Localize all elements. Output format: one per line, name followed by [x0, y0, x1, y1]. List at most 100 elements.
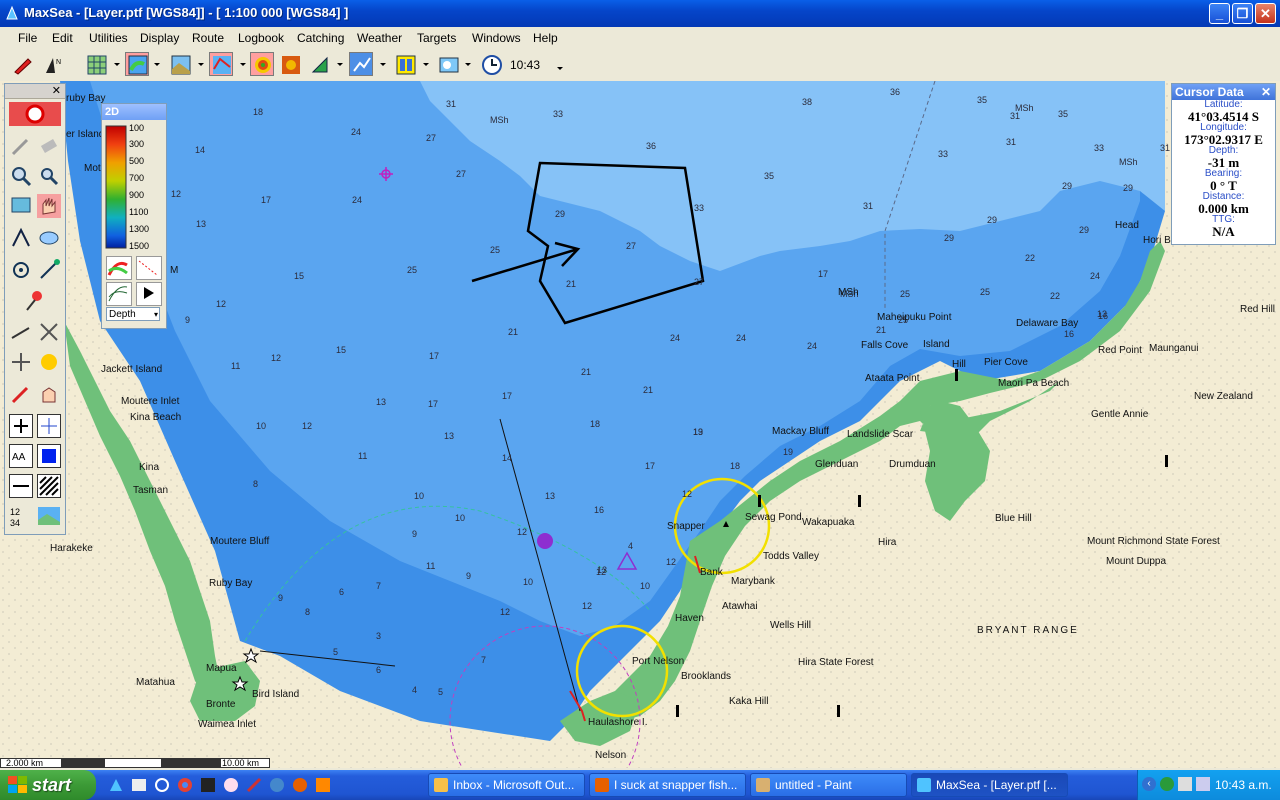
cut-tool-icon[interactable]: [37, 320, 61, 344]
lifebuoy-icon[interactable]: [9, 102, 61, 126]
start-button[interactable]: start: [0, 770, 96, 800]
menu-utilities[interactable]: Utilities: [89, 31, 128, 45]
tool-palette: ✕ AA 12 34: [4, 83, 66, 535]
weather-image-icon[interactable]: [436, 52, 460, 76]
menu-weather[interactable]: Weather: [357, 31, 402, 45]
menu-help[interactable]: Help: [533, 31, 558, 45]
photo-layer-icon[interactable]: [168, 52, 192, 76]
task-firefox[interactable]: I suck at snapper fish...: [589, 773, 746, 797]
quicklaunch-firefox-icon[interactable]: [292, 777, 308, 793]
depth-sounding: 24: [807, 341, 818, 351]
line-style-tool-icon[interactable]: [9, 474, 33, 498]
text-size-tool-icon[interactable]: AA: [9, 444, 33, 468]
quicklaunch-chrome-icon[interactable]: [177, 777, 193, 793]
scissors-tool-icon[interactable]: [9, 350, 33, 374]
line-tool-icon[interactable]: [37, 258, 61, 282]
legend-mode-select[interactable]: Depth ▾: [106, 307, 160, 321]
quicklaunch-tools-icon[interactable]: [246, 777, 262, 793]
tray-expand-icon[interactable]: ‹: [1142, 777, 1156, 791]
north-arrow-icon[interactable]: N: [40, 52, 64, 76]
clock-icon[interactable]: [479, 52, 503, 76]
numbers-tool-icon[interactable]: 12 34: [9, 504, 33, 528]
legend-title[interactable]: 2D: [102, 104, 166, 120]
target-tool-icon[interactable]: [37, 226, 61, 250]
chart-layer-icon[interactable]: [125, 52, 149, 76]
grab-tool-icon[interactable]: [37, 382, 61, 406]
chart-thumbnail-icon[interactable]: [37, 504, 61, 528]
menu-file[interactable]: File: [18, 31, 37, 45]
menu-edit[interactable]: Edit: [52, 31, 73, 45]
track-icon[interactable]: [349, 52, 373, 76]
play-icon[interactable]: [136, 282, 162, 306]
crosshair-tool-icon[interactable]: [9, 414, 33, 438]
quicklaunch-outlook-icon[interactable]: [131, 777, 147, 793]
pan-hand-icon[interactable]: [37, 194, 61, 218]
pencil-eraser-icon[interactable]: [10, 52, 34, 76]
chevron-down-icon[interactable]: ▾: [154, 308, 158, 322]
quicklaunch-globe-icon[interactable]: [269, 777, 285, 793]
place-label: Waimea Inlet: [198, 719, 256, 730]
mark-tool-icon[interactable]: [9, 258, 33, 282]
face-tool-icon[interactable]: [37, 350, 61, 374]
maximize-button[interactable]: ❐: [1232, 3, 1253, 24]
menu-route[interactable]: Route: [192, 31, 224, 45]
depth-sounding: 11: [426, 561, 436, 571]
legend-value: 1100: [129, 207, 149, 217]
depth-sounding: 12: [216, 299, 227, 309]
red-pen-icon[interactable]: [9, 382, 33, 406]
quicklaunch-media-icon[interactable]: [200, 777, 216, 793]
menu-catching[interactable]: Catching: [297, 31, 344, 45]
palette-header[interactable]: ✕: [5, 84, 65, 99]
color-fill-tool-icon[interactable]: [37, 444, 61, 468]
task-outlook[interactable]: Inbox - Microsoft Out...: [428, 773, 585, 797]
contour-color-icon[interactable]: [106, 256, 132, 280]
title-bar[interactable]: MaxSea - [Layer.ptf [WGS84]] - [ 1:100 0…: [0, 0, 1280, 27]
quicklaunch-app-icon[interactable]: [315, 777, 331, 793]
chart-map[interactable]: 31 33 38 36 35 35 MSh 18 24 27 36 14 27 …: [0, 81, 1280, 768]
menu-logbook[interactable]: Logbook: [238, 31, 284, 45]
quicklaunch-ie-icon[interactable]: [154, 777, 170, 793]
zoom-in-icon[interactable]: [9, 164, 33, 188]
route-flag-icon[interactable]: [307, 52, 331, 76]
quicklaunch-clock-icon[interactable]: [223, 777, 239, 793]
zoom-out-icon[interactable]: [37, 164, 61, 188]
tray-clock-icon[interactable]: [1178, 777, 1192, 791]
wand-icon[interactable]: [9, 134, 33, 158]
hatch-tool-icon[interactable]: [37, 474, 61, 498]
depth-dots-icon[interactable]: [136, 256, 162, 280]
place-label: Harakeke: [50, 543, 93, 554]
isoline-icon[interactable]: [106, 282, 132, 306]
depth-sounding: 17: [818, 269, 829, 279]
eraser-icon[interactable]: [37, 134, 61, 158]
quicklaunch-maxsea-icon[interactable]: [108, 777, 124, 793]
tray-green-icon[interactable]: [1160, 777, 1174, 791]
tray-network-icon[interactable]: [1196, 777, 1210, 791]
palette-close-icon[interactable]: ✕: [52, 84, 61, 97]
contour-icon[interactable]: [250, 52, 274, 76]
depth-sounding: 13: [597, 565, 608, 575]
menu-display[interactable]: Display: [140, 31, 179, 45]
menu-targets[interactable]: Targets: [417, 31, 456, 45]
close-button[interactable]: ✕: [1255, 3, 1276, 24]
split-view-icon[interactable]: [393, 52, 417, 76]
depth-sounding: 25: [980, 287, 991, 297]
legend-value: 1300: [129, 224, 150, 234]
thin-cross-tool-icon[interactable]: [37, 414, 61, 438]
cursor-data-close-icon[interactable]: ✕: [1261, 84, 1271, 100]
depth-sounding: 33: [694, 203, 705, 213]
task-maxsea[interactable]: MaxSea - [Layer.ptf [...: [911, 773, 1068, 797]
depth-sounding: 16: [1064, 329, 1075, 339]
pin-tool-icon[interactable]: [23, 288, 47, 312]
3d-relief-icon[interactable]: [278, 52, 302, 76]
task-paint[interactable]: untitled - Paint: [750, 773, 907, 797]
measure-tool-icon[interactable]: [9, 320, 33, 344]
bathymetry-icon[interactable]: [209, 52, 233, 76]
cursor-data-title[interactable]: Cursor Data ✕: [1172, 84, 1275, 100]
route-tool-icon[interactable]: [9, 226, 33, 250]
menu-windows[interactable]: Windows: [472, 31, 521, 45]
depth-sounding: 11: [358, 451, 368, 461]
zoom-window-icon[interactable]: [9, 194, 33, 218]
depth-sounding: 4: [412, 685, 418, 695]
minimize-button[interactable]: _: [1209, 3, 1230, 24]
grid-icon[interactable]: [84, 52, 108, 76]
